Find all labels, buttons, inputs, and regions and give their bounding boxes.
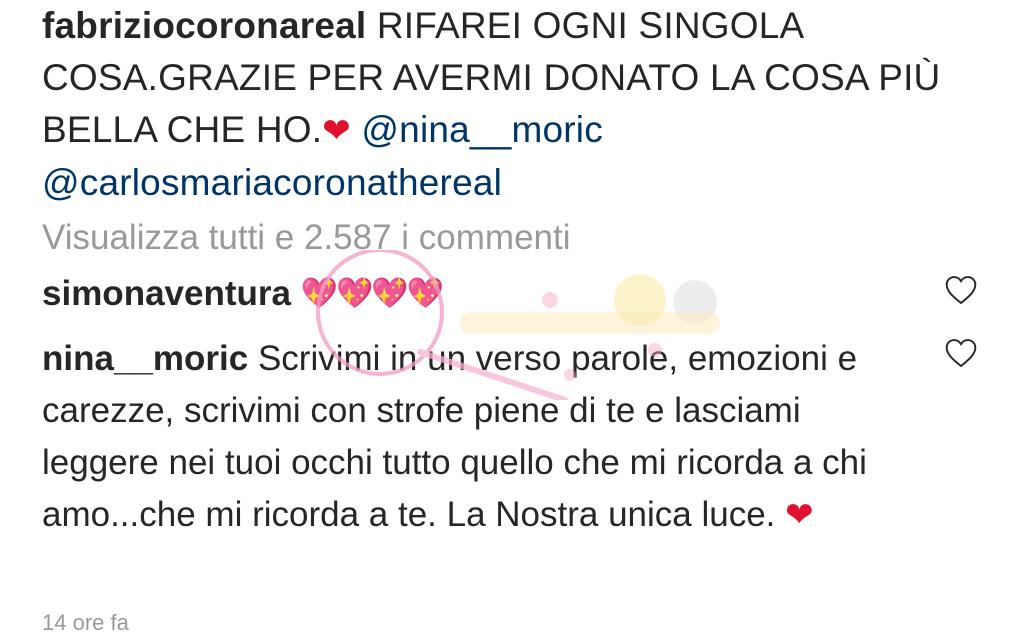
comment-author-username[interactable]: nina__moric (42, 339, 248, 378)
post-author-username[interactable]: fabriziocoronareal (42, 5, 366, 46)
view-all-comments-link[interactable]: Visualizza tutti e 2.587 i commenti (42, 212, 571, 264)
post-caption: fabriziocoronareal RIFAREI OGNI SINGOLA … (42, 0, 962, 209)
mention-link[interactable]: @carlosmariacoronathereal (42, 162, 502, 203)
sparkle-heart-emojis: 💖💖💖💖 (300, 277, 444, 310)
comment-author-username[interactable]: simonaventura (42, 274, 291, 313)
red-heart-icon: ❤ (322, 112, 351, 150)
mention-link[interactable]: @nina__moric (361, 109, 603, 150)
heart-outline-icon[interactable] (944, 275, 978, 305)
comment-item: simonaventura 💖💖💖💖 (42, 268, 922, 320)
post-timestamp: 14 ore fa (42, 610, 129, 634)
comment-item: nina__moric Scrivimi in un verso parole,… (42, 333, 922, 541)
heart-outline-icon[interactable] (944, 338, 978, 368)
red-heart-icon: ❤ (785, 496, 814, 534)
